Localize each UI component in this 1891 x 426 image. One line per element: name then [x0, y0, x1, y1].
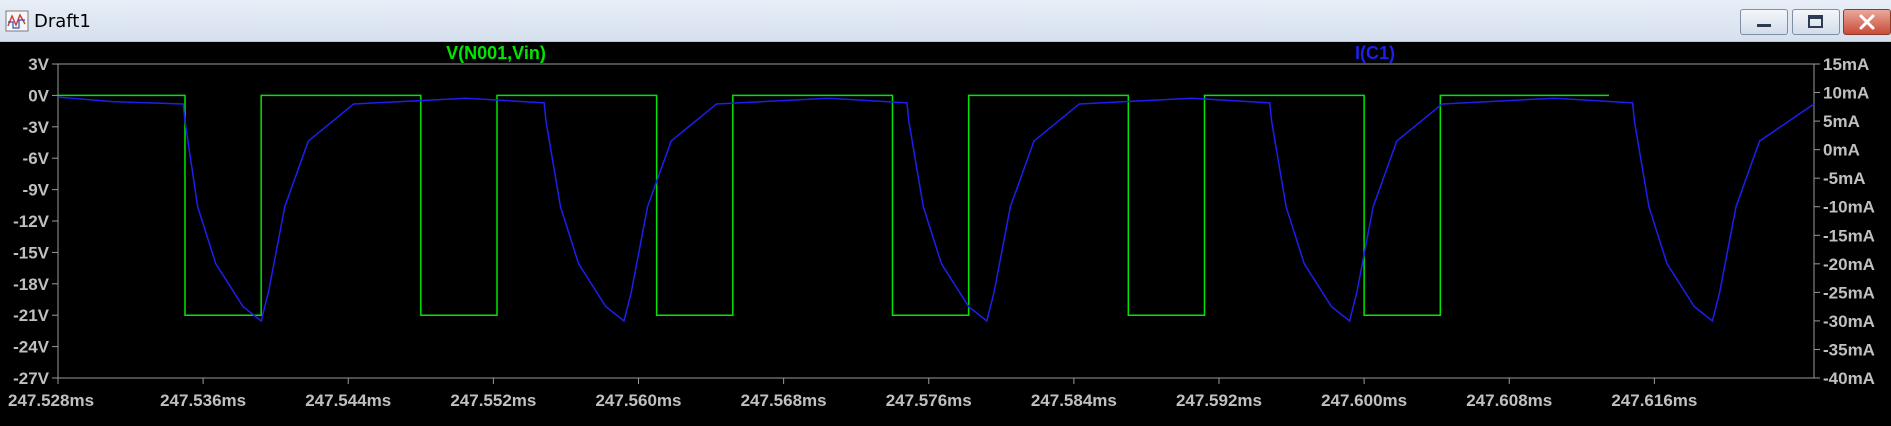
left-axis-tick-label: -9V	[23, 181, 50, 200]
right-axis-tick-label: -5mA	[1823, 169, 1866, 188]
title-bar[interactable]: Draft1	[0, 0, 1891, 42]
left-axis-tick-label: -15V	[13, 243, 50, 262]
x-axis-tick-label: 247.600ms	[1321, 391, 1407, 410]
right-axis-tick-label: 15mA	[1823, 55, 1869, 74]
right-axis-tick-label: -15mA	[1823, 226, 1875, 245]
right-axis-tick-label: -25mA	[1823, 283, 1875, 302]
left-axis-tick-label: -3V	[23, 118, 50, 137]
right-axis-tick-label: -35mA	[1823, 340, 1875, 359]
current-trace-label: I(C1)	[1355, 43, 1395, 63]
right-axis-tick-label: -20mA	[1823, 255, 1875, 274]
left-axis-tick-label: -12V	[13, 212, 50, 231]
right-axis-tick-label: 10mA	[1823, 84, 1869, 103]
x-axis-tick-label: 247.552ms	[450, 391, 536, 410]
maximize-button[interactable]	[1792, 9, 1840, 35]
left-axis-tick-label: -24V	[13, 338, 50, 357]
x-axis-tick-label: 247.568ms	[741, 391, 827, 410]
x-axis-tick-label: 247.616ms	[1611, 391, 1697, 410]
left-axis-tick-label: -27V	[13, 369, 50, 388]
right-axis-tick-label: -30mA	[1823, 312, 1875, 331]
x-axis-tick-label: 247.536ms	[160, 391, 246, 410]
voltage-trace-line	[58, 94, 1610, 316]
waveform-chart[interactable]: 3V 0V -3V -6V -9V -12V -15V -18V -21V -24V -27V 15m…	[0, 42, 1891, 426]
x-axis-tick-label: 247.560ms	[595, 391, 681, 410]
left-axis-tick-label: 0V	[28, 86, 49, 105]
x-axis-tick-label: 247.592ms	[1176, 391, 1262, 410]
x-axis-tick-label: 247.608ms	[1466, 391, 1552, 410]
current-trace-line	[57, 96, 1815, 323]
maximize-icon	[1808, 15, 1823, 28]
plot-border	[57, 63, 1815, 379]
right-axis-tick-label: -10mA	[1823, 198, 1875, 217]
close-icon	[1859, 14, 1875, 30]
left-axis-tick-label: 3V	[28, 55, 49, 74]
x-axis-tick-label: 247.576ms	[886, 391, 972, 410]
x-axis-tick-label: 247.528ms	[8, 391, 94, 410]
x-axis-tick-label: 247.584ms	[1031, 391, 1117, 410]
window-title: Draft1	[34, 11, 91, 32]
right-axis-tick-label: -40mA	[1823, 369, 1875, 388]
plot-pane[interactable]: 3V 0V -3V -6V -9V -12V -15V -18V -21V -24V -27V 15m…	[0, 42, 1891, 426]
close-button[interactable]	[1843, 9, 1891, 35]
minimize-icon	[1757, 24, 1771, 27]
voltage-trace-label: V(N001,Vin)	[446, 43, 546, 63]
right-axis-tick-label: 5mA	[1823, 112, 1860, 131]
left-axis-tick-label: -21V	[13, 306, 50, 325]
minimize-button[interactable]	[1740, 9, 1788, 35]
waveform-window: Draft1 3V 0V -3V -6V -9V -12V -15V -18V -21V -24V…	[0, 0, 1891, 426]
left-axis-tick-label: -6V	[23, 149, 50, 168]
x-axis-tick-label: 247.544ms	[305, 391, 391, 410]
waveform-app-icon	[5, 10, 29, 32]
left-axis-tick-label: -18V	[13, 275, 50, 294]
right-axis-tick-label: 0mA	[1823, 141, 1860, 160]
